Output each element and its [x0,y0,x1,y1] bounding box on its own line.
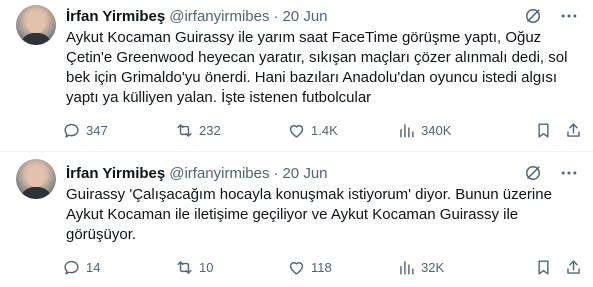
tweet-text-line: bek için Grimaldo'yu önerdi. Hani bazıla… [66,69,558,86]
tweet-text-line: Aykut Kocaman ile iletişime geçiliyor ve… [66,206,519,223]
share-button[interactable] [564,119,583,141]
reply-count: 14 [86,259,101,275]
avatar-shirt [20,187,52,199]
tweet-header-icons [523,163,579,183]
tweet-text-line: görüşüyor. [66,226,137,243]
retweet-count: 10 [199,259,214,275]
views-button[interactable]: 32K [397,256,444,278]
author-handle[interactable]: @irfanyirmibes [169,165,269,182]
divider [0,151,593,152]
avatar-face [27,11,45,33]
tweet-actions: 14 10 118 32K [62,256,586,278]
like-icon [287,258,306,277]
tweet[interactable]: İrfan Yirmibeş @irfanyirmibes · 20 Jun A… [0,0,593,152]
reply-button[interactable]: 347 [62,119,108,141]
tweet-text: Guirassy 'Çalışacağım hocayla konuşmak i… [66,185,581,245]
author-name[interactable]: İrfan Yirmibeş [66,8,165,25]
author-handle[interactable]: @irfanyirmibes [169,8,269,25]
views-count: 340K [421,122,452,138]
tweet-actions: 347 232 1.4K 340K [62,119,586,141]
bookmark-icon [534,121,553,140]
share-icon [564,258,583,277]
reply-icon [62,258,81,277]
views-count: 32K [421,259,445,275]
views-button[interactable]: 340K [397,119,451,141]
reply-icon [62,121,81,140]
separator-dot: · [273,7,279,25]
bookmark-button[interactable] [534,119,553,141]
views-icon [397,258,416,277]
author-name[interactable]: İrfan Yirmibeş [66,165,165,182]
retweet-button[interactable]: 232 [175,119,221,141]
more-icon[interactable] [559,163,579,183]
avatar-shirt [20,33,52,45]
avatar[interactable] [16,5,56,45]
like-count: 1.4K [311,122,338,138]
more-icon[interactable] [559,6,579,26]
avatar[interactable] [16,159,56,199]
tweet-header: İrfan Yirmibeş @irfanyirmibes · 20 Jun [66,6,328,26]
tweet-text-line: Guirassy 'Çalışacağım hocayla konuşmak i… [66,186,552,203]
like-button[interactable]: 118 [287,256,332,278]
grok-icon[interactable] [523,6,543,26]
retweet-icon [175,121,194,140]
bookmark-button[interactable] [534,256,553,278]
grok-icon[interactable] [523,163,543,183]
avatar-face [27,165,45,187]
like-icon [287,121,306,140]
tweet-date[interactable]: 20 Jun [282,165,327,182]
tweet-header: İrfan Yirmibeş @irfanyirmibes · 20 Jun [66,163,328,183]
tweet-text-line: Çetin'e Greenwood heyecan yaratır, sıkış… [66,49,568,66]
tweet-header-icons [523,6,579,26]
views-icon [397,121,416,140]
like-button[interactable]: 1.4K [287,119,338,141]
retweet-count: 232 [199,122,221,138]
like-count: 118 [311,259,332,275]
bookmark-icon [534,258,553,277]
tweet-text-line: Aykut Kocaman Guirassy ile yarım saat Fa… [66,29,542,46]
separator-dot: · [273,164,279,182]
tweet-text-line: yaptı ya külliyen yalan. İşte istenen fu… [66,89,372,106]
reply-count: 347 [86,122,108,138]
retweet-button[interactable]: 10 [175,256,213,278]
tweet-date[interactable]: 20 Jun [282,8,327,25]
share-button[interactable] [564,256,583,278]
share-icon [564,121,583,140]
tweet-text: Aykut Kocaman Guirassy ile yarım saat Fa… [66,28,581,108]
reply-button[interactable]: 14 [62,256,100,278]
retweet-icon [175,258,194,277]
